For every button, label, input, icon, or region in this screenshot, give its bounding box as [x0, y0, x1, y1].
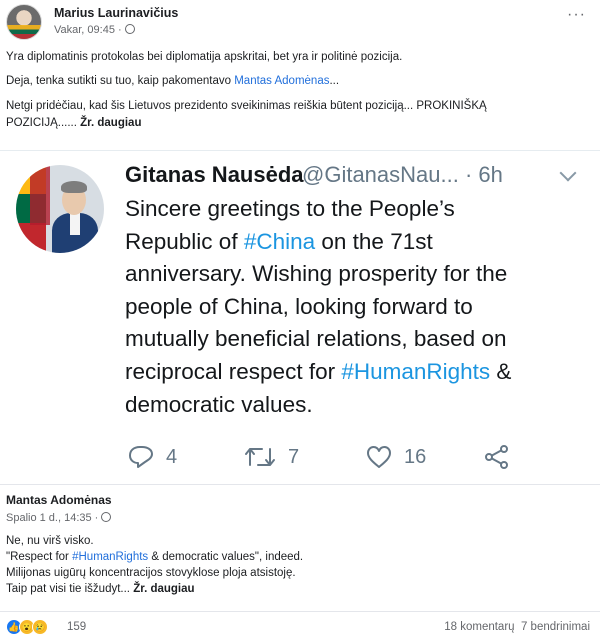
tweet-text-segment: &: [490, 358, 512, 384]
tweet-line: anniversary. Wishing prosperity for the: [125, 258, 595, 291]
post-text-segment: ...: [329, 75, 340, 87]
tweet-text-segment: Republic of: [125, 228, 244, 254]
post-time-text[interactable]: Vakar, 09:45: [54, 24, 115, 36]
globe-icon: [124, 24, 135, 34]
comment-text-segment: Taip pat visi tie išžudyt...: [6, 583, 134, 595]
shares-count-link[interactable]: 7 bendrinimai: [521, 621, 590, 633]
post-text-line: Yra diplomatinis protokolas bei diplomat…: [6, 51, 403, 63]
globe-icon: [101, 512, 112, 522]
retweet-icon: [245, 448, 275, 466]
tweet-text-segment: mutually beneficial relations, based on: [125, 326, 507, 352]
tweet-handle-time[interactable]: @GitanasNau... · 6h: [302, 162, 503, 188]
avatar-figure: [61, 181, 87, 193]
tweet-line: people of China, looking forward to: [125, 291, 595, 324]
tweet-text-segment: democratic values.: [125, 391, 313, 417]
tweet-line: Republic of #China on the 71st: [125, 226, 595, 259]
see-more-link[interactable]: Žr. daugiau: [80, 117, 141, 129]
see-more-link[interactable]: Žr. daugiau: [133, 583, 194, 595]
reply-button[interactable]: 4: [128, 439, 177, 475]
retweet-count: 7: [288, 445, 300, 468]
comment-line: Milijonas uigūrų koncentracijos stovyklo…: [6, 567, 296, 579]
post-footer: 👍 😮 😢 159 18 komentarų 7 bendrinimai: [0, 616, 600, 641]
post-text-line: POZICIJĄ...... Žr. daugiau: [6, 115, 594, 131]
comments-count-link[interactable]: 18 komentarų: [444, 621, 514, 633]
tweet-actions: 4 7 16: [0, 439, 600, 475]
comment-line: "Respect for #HumanRights & democratic v…: [6, 549, 594, 565]
chevron-down-icon[interactable]: [559, 164, 577, 182]
post-timestamp[interactable]: Vakar, 09:45 ·: [54, 24, 135, 36]
post-text-line: Netgi pridėčiau, kad šis Lietuvos prezid…: [6, 100, 487, 112]
tweet-text-segment: reciprocal respect for: [125, 358, 342, 384]
heart-icon: [367, 446, 391, 468]
more-options-icon[interactable]: ···: [567, 6, 586, 24]
reactions-count[interactable]: 159: [67, 621, 86, 633]
like-count: 16: [404, 445, 427, 468]
comment-time-text[interactable]: Spalio 1 d., 14:35: [6, 512, 92, 524]
comment-text-segment: & democratic values", indeed.: [148, 551, 304, 563]
tweet-text: Sincere greetings to the People’s Republ…: [125, 193, 595, 421]
tweet-text-segment: people of China, looking forward to: [125, 293, 473, 319]
embedded-tweet[interactable]: Gitanas Nausėda @GitanasNau... · 6h Sinc…: [0, 150, 600, 480]
mention-link[interactable]: Mantas Adomėnas: [234, 75, 329, 87]
post-text-segment: Deja, tenka sutikti su tuo, kaip pakomen…: [6, 75, 235, 87]
comment-timestamp[interactable]: Spalio 1 d., 14:35 ·: [6, 512, 112, 524]
like-button[interactable]: 16: [366, 439, 426, 475]
hashtag-link[interactable]: #HumanRights: [72, 551, 148, 563]
engagement-counts: 18 komentarų 7 bendrinimai: [444, 621, 590, 633]
tweet-line: mutually beneficial relations, based on: [125, 323, 595, 356]
retweet-button[interactable]: 7: [244, 439, 299, 475]
reply-icon: [129, 446, 153, 468]
flag-graphic: [30, 165, 50, 225]
post-header: Marius Laurinavičius Vakar, 09:45 · ···: [0, 0, 600, 44]
post-text-segment: POZICIJĄ......: [6, 117, 81, 129]
tweet-line: reciprocal respect for #HumanRights &: [125, 356, 595, 389]
post-text-line: Deja, tenka sutikti su tuo, kaip pakomen…: [6, 73, 594, 89]
tweet-text-segment: anniversary. Wishing prosperity for the: [125, 261, 508, 287]
reactions-summary[interactable]: 👍 😮 😢: [6, 619, 48, 635]
tweet-line: Sincere greetings to the People’s: [125, 193, 595, 226]
post-author-name[interactable]: Marius Laurinavičius: [54, 6, 178, 20]
tweet-text-segment: on the 71st: [315, 228, 433, 254]
hashtag-link[interactable]: #China: [244, 229, 315, 254]
share-icon: [485, 445, 508, 469]
comment-author-name[interactable]: Mantas Adomėnas: [6, 493, 112, 507]
comment-text-segment: "Respect for: [6, 551, 73, 563]
share-button[interactable]: [484, 439, 510, 475]
tweet-author-name[interactable]: Gitanas Nausėda: [125, 162, 304, 188]
comment-line: Ne, nu virš visko.: [6, 535, 94, 547]
comment-line: Taip pat visi tie išžudyt... Žr. daugiau: [6, 581, 594, 597]
tweet-text-segment: Sincere greetings to the People’s: [125, 196, 455, 221]
hashtag-link[interactable]: #HumanRights: [341, 359, 490, 384]
comment-block: Mantas Adomėnas Spalio 1 d., 14:35 · Ne,…: [0, 484, 600, 612]
reply-count: 4: [166, 445, 178, 468]
avatar-figure: [70, 213, 80, 235]
tweet-author-avatar[interactable]: [16, 165, 104, 253]
sad-reaction-icon: 😢: [32, 619, 48, 635]
comment-text: Ne, nu virš visko. "Respect for #HumanRi…: [6, 533, 594, 597]
tweet-line: democratic values.: [125, 389, 595, 422]
author-avatar[interactable]: [6, 4, 42, 40]
